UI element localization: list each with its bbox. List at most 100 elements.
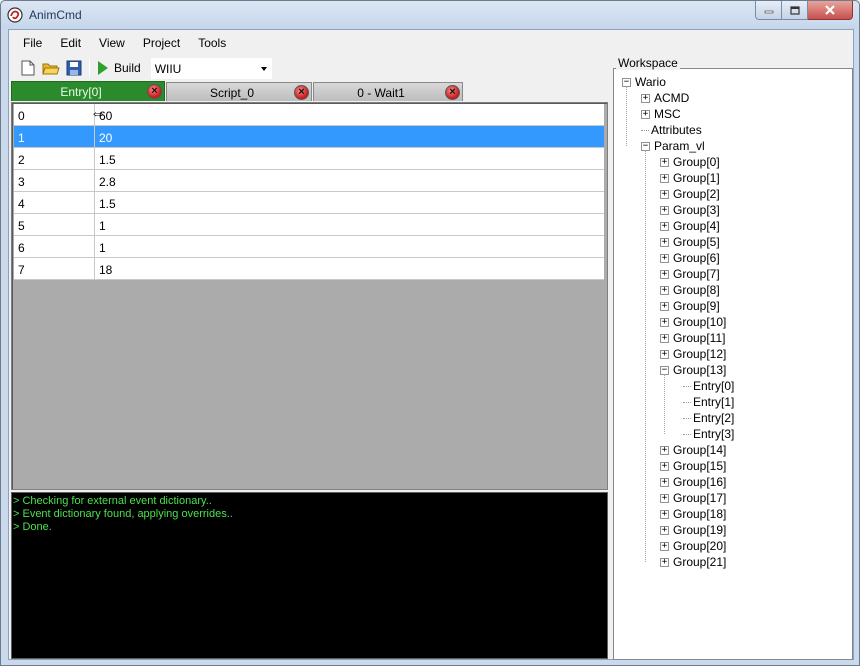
menu-view[interactable]: View xyxy=(90,32,134,54)
expand-icon[interactable]: + xyxy=(660,509,669,519)
table-row[interactable]: 4 1.5 xyxy=(14,192,604,214)
expand-icon[interactable]: + xyxy=(660,317,669,327)
table-row[interactable]: 61 xyxy=(14,236,604,258)
title-bar[interactable]: AnimCmd xyxy=(1,1,859,29)
tab-script-0[interactable]: Script_0 × xyxy=(166,82,312,101)
tree-node-group[interactable]: + Group[0] xyxy=(660,154,720,170)
table-row[interactable]: 51 xyxy=(14,214,604,236)
index-cell[interactable]: 3 xyxy=(14,170,95,191)
tree-node-group[interactable]: + Group[19] xyxy=(660,522,726,538)
expand-icon[interactable]: + xyxy=(660,253,669,263)
close-button[interactable] xyxy=(808,1,853,20)
tree-node-param-vl[interactable]: − Param_vl xyxy=(641,138,705,154)
tree-node-group[interactable]: + Group[7] xyxy=(660,266,720,282)
tree-node-group[interactable]: + Group[14] xyxy=(660,442,726,458)
output-console[interactable]: > Checking for external event dictionary… xyxy=(11,492,608,659)
tree-node-group[interactable]: + Group[18] xyxy=(660,506,726,522)
index-cell[interactable]: 2 xyxy=(14,148,95,169)
tree-node-msc[interactable]: + MSC xyxy=(641,106,681,122)
new-file-button[interactable] xyxy=(19,59,37,77)
value-cell[interactable]: 2.8 xyxy=(95,170,604,191)
index-cell[interactable]: 5 xyxy=(14,214,95,235)
menu-tools[interactable]: Tools xyxy=(189,32,235,54)
tree-node-group[interactable]: + Group[1] xyxy=(660,170,720,186)
tree-node-wario[interactable]: − Wario xyxy=(622,74,666,90)
tree-node-group[interactable]: + Group[20] xyxy=(660,538,726,554)
tree-node-entry[interactable]: Entry[1] xyxy=(679,394,734,410)
tree-node-group[interactable]: + Group[15] xyxy=(660,458,726,474)
tab-entry-0[interactable]: Entry[0] × xyxy=(11,81,165,101)
expand-icon[interactable]: + xyxy=(660,205,669,215)
expand-icon[interactable]: + xyxy=(660,173,669,183)
expand-icon[interactable]: + xyxy=(660,157,669,167)
tree-node-group[interactable]: + Group[6] xyxy=(660,250,720,266)
menu-project[interactable]: Project xyxy=(134,32,189,54)
index-cell[interactable]: 0 xyxy=(14,104,95,125)
tree-node-acmd[interactable]: + ACMD xyxy=(641,90,689,106)
table-row[interactable]: 7 18 xyxy=(14,258,604,280)
expand-icon[interactable]: + xyxy=(660,269,669,279)
value-cell[interactable]: 1.5 xyxy=(95,148,604,169)
expand-icon[interactable]: + xyxy=(660,541,669,551)
expand-icon[interactable]: + xyxy=(660,237,669,247)
save-button[interactable] xyxy=(65,59,83,77)
param-grid[interactable]: 0 60 1 20 2 1.5 3 2.8 4 1.5 51 61 7 18 xyxy=(14,104,604,280)
value-cell[interactable]: 1 xyxy=(95,236,604,257)
tree-node-group[interactable]: − Group[13] xyxy=(660,362,726,378)
tree-node-group[interactable]: + Group[8] xyxy=(660,282,720,298)
expand-icon[interactable]: + xyxy=(641,93,650,103)
tab-wait1[interactable]: 0 - Wait1 × xyxy=(313,82,463,101)
expand-icon[interactable]: + xyxy=(660,557,669,567)
maximize-button[interactable] xyxy=(782,1,808,20)
menu-edit[interactable]: Edit xyxy=(51,32,90,54)
expand-icon[interactable]: + xyxy=(660,525,669,535)
close-tab-icon[interactable]: × xyxy=(147,84,162,99)
menu-file[interactable]: File xyxy=(9,32,51,54)
tree-node-group[interactable]: + Group[4] xyxy=(660,218,720,234)
expand-icon[interactable]: + xyxy=(660,493,669,503)
value-cell[interactable]: 60 xyxy=(95,104,604,125)
minimize-button[interactable] xyxy=(755,1,782,20)
tree-node-group[interactable]: + Group[3] xyxy=(660,202,720,218)
tree-node-group[interactable]: + Group[21] xyxy=(660,554,726,570)
tree-node-group[interactable]: + Group[5] xyxy=(660,234,720,250)
index-cell[interactable]: 1 xyxy=(14,126,95,147)
tree-node-group[interactable]: + Group[12] xyxy=(660,346,726,362)
tree-node-group[interactable]: + Group[11] xyxy=(660,330,725,346)
close-tab-icon[interactable]: × xyxy=(294,85,309,100)
tree-node-group[interactable]: + Group[16] xyxy=(660,474,726,490)
expand-icon[interactable]: + xyxy=(660,445,669,455)
table-row-selected[interactable]: 1 20 xyxy=(14,126,604,148)
expand-icon[interactable]: + xyxy=(660,301,669,311)
tree-node-group[interactable]: + Group[2] xyxy=(660,186,720,202)
close-tab-icon[interactable]: × xyxy=(445,85,460,100)
build-button[interactable]: Build xyxy=(94,58,145,78)
tree-node-group[interactable]: + Group[10] xyxy=(660,314,726,330)
value-cell[interactable]: 1.5 xyxy=(95,192,604,213)
table-row[interactable]: 2 1.5 xyxy=(14,148,604,170)
index-cell[interactable]: 6 xyxy=(14,236,95,257)
expand-icon[interactable]: + xyxy=(660,221,669,231)
tree-node-entry[interactable]: Entry[0] xyxy=(679,378,734,394)
workspace-tree[interactable]: − Wario + ACMD + MSC Attributes − Param_vl + Group… xyxy=(613,68,853,660)
tree-node-entry[interactable]: Entry[2] xyxy=(679,410,734,426)
tree-node-attributes[interactable]: Attributes xyxy=(641,122,702,138)
platform-select[interactable]: WIIU xyxy=(150,57,272,79)
index-cell[interactable]: 7 xyxy=(14,258,95,279)
expand-icon[interactable]: + xyxy=(660,477,669,487)
tree-node-entry[interactable]: Entry[3] xyxy=(679,426,734,442)
value-cell[interactable]: 20 xyxy=(95,126,604,147)
index-cell[interactable]: 4 xyxy=(14,192,95,213)
tree-node-group[interactable]: + Group[9] xyxy=(660,298,720,314)
open-button[interactable] xyxy=(42,59,60,77)
expand-icon[interactable]: + xyxy=(660,349,669,359)
tree-node-group[interactable]: + Group[17] xyxy=(660,490,726,506)
value-cell[interactable]: 1 xyxy=(95,214,604,235)
expand-icon[interactable]: + xyxy=(660,333,669,343)
value-cell[interactable]: 18 xyxy=(95,258,604,279)
expand-icon[interactable]: + xyxy=(660,461,669,471)
expand-icon[interactable]: + xyxy=(641,109,650,119)
table-row[interactable]: 3 2.8 xyxy=(14,170,604,192)
expand-icon[interactable]: + xyxy=(660,189,669,199)
expand-icon[interactable]: + xyxy=(660,285,669,295)
